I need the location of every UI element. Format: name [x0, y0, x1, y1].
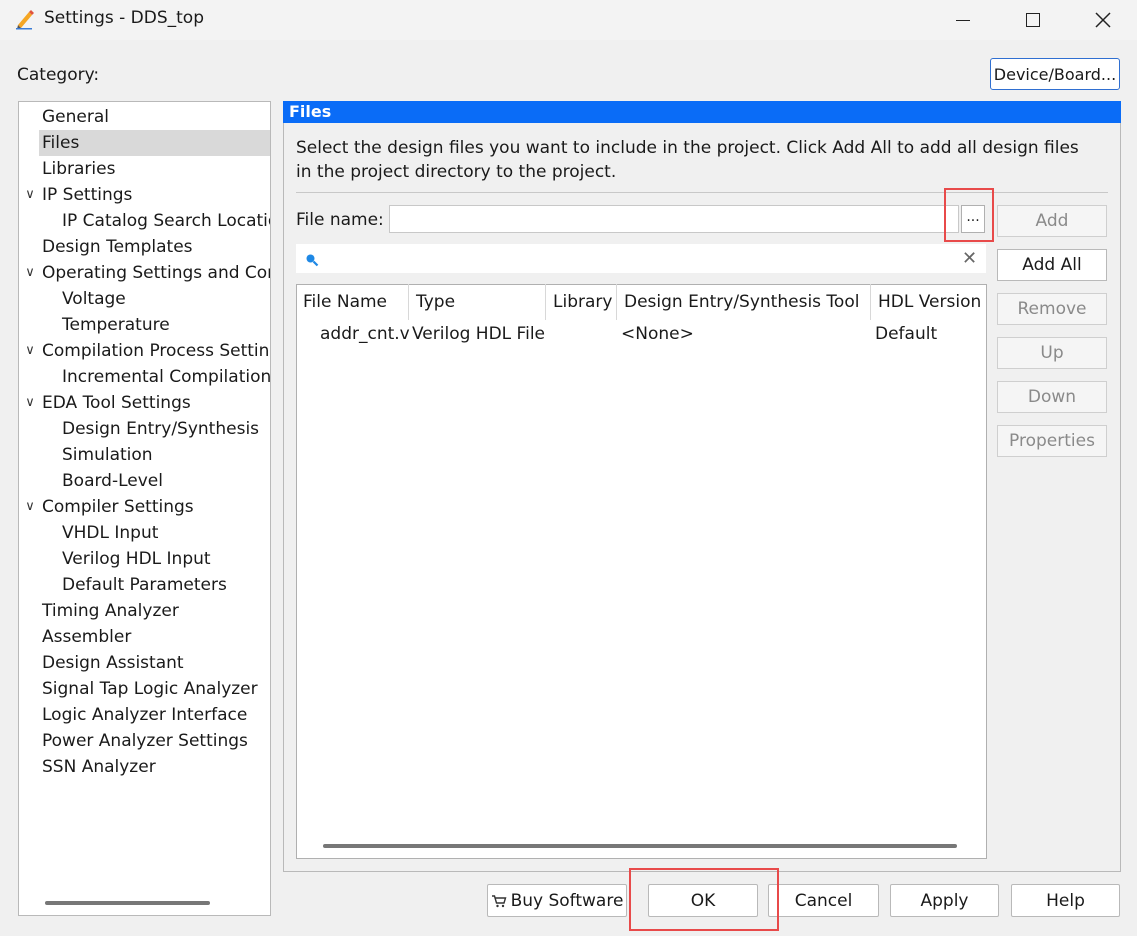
separator: [296, 192, 1108, 193]
cart-icon: [491, 894, 507, 907]
tree-item[interactable]: Incremental Compilation: [62, 364, 270, 390]
category-label: Category:: [17, 65, 100, 85]
panel-header: Files: [283, 101, 1121, 123]
tree-item[interactable]: IP Settings: [42, 182, 132, 208]
column-header-library[interactable]: Library: [546, 284, 617, 320]
tree-item[interactable]: Timing Analyzer: [42, 598, 179, 624]
remove-button[interactable]: Remove: [997, 293, 1107, 325]
clear-filter-icon[interactable]: ✕: [962, 248, 977, 269]
tree-item[interactable]: IP Catalog Search Locations: [62, 208, 270, 234]
chevron-down-icon[interactable]: ∨: [22, 182, 38, 208]
properties-button[interactable]: Properties: [997, 425, 1107, 457]
tree-item[interactable]: Verilog HDL Input: [62, 546, 211, 572]
column-header-design-entry-tool[interactable]: Design Entry/Synthesis Tool: [617, 284, 871, 320]
tree-item[interactable]: General: [42, 104, 109, 130]
add-all-button[interactable]: Add All: [997, 249, 1107, 281]
ok-button[interactable]: OK: [648, 884, 758, 917]
chevron-down-icon[interactable]: ∨: [22, 494, 38, 520]
table-cell-hdl-version[interactable]: Default: [875, 322, 937, 346]
cancel-button[interactable]: Cancel: [768, 884, 879, 917]
tree-item[interactable]: Libraries: [42, 156, 115, 182]
tree-item[interactable]: Temperature: [62, 312, 170, 338]
maximize-button[interactable]: [998, 0, 1068, 40]
maximize-icon: [1026, 13, 1040, 27]
tree-item[interactable]: SSN Analyzer: [42, 754, 156, 780]
buy-software-label: Buy Software: [510, 890, 624, 911]
window-title: Settings - DDS_top: [44, 8, 204, 28]
table-cell-tool[interactable]: <None>: [621, 322, 694, 346]
tree-item[interactable]: Simulation: [62, 442, 153, 468]
table-cell-type[interactable]: Verilog HDL File: [412, 322, 545, 346]
files-table[interactable]: [296, 284, 987, 859]
chevron-down-icon[interactable]: ∨: [22, 260, 38, 286]
apply-button[interactable]: Apply: [890, 884, 999, 917]
up-button[interactable]: Up: [997, 337, 1107, 369]
chevron-down-icon[interactable]: ∨: [22, 338, 38, 364]
column-header-file-name[interactable]: File Name: [296, 284, 409, 320]
app-icon: [14, 8, 36, 30]
tree-item[interactable]: EDA Tool Settings: [42, 390, 191, 416]
close-button[interactable]: [1068, 0, 1137, 40]
minimize-button[interactable]: [928, 0, 998, 40]
tree-item[interactable]: Default Parameters: [62, 572, 227, 598]
tree-item[interactable]: Files: [42, 130, 79, 156]
down-button[interactable]: Down: [997, 381, 1107, 413]
file-name-input[interactable]: [389, 205, 959, 233]
chevron-down-icon[interactable]: ∨: [22, 390, 38, 416]
help-button[interactable]: Help: [1011, 884, 1120, 917]
table-horizontal-scrollbar[interactable]: [323, 844, 957, 848]
tree-horizontal-scrollbar[interactable]: [45, 901, 210, 905]
buy-software-button[interactable]: Buy Software: [487, 884, 627, 917]
browse-button[interactable]: ...: [961, 205, 985, 233]
tree-item[interactable]: Assembler: [42, 624, 131, 650]
add-button[interactable]: Add: [997, 205, 1107, 237]
table-cell-file-name[interactable]: addr_cnt.v: [320, 322, 410, 346]
tree-item[interactable]: Design Templates: [42, 234, 193, 260]
tree-item[interactable]: VHDL Input: [62, 520, 158, 546]
tree-item[interactable]: Compilation Process Settings: [42, 338, 270, 364]
search-icon: [305, 252, 319, 267]
tree-item[interactable]: Board-Level: [62, 468, 163, 494]
tree-item[interactable]: Voltage: [62, 286, 126, 312]
category-tree[interactable]: General Files Libraries ∨ IP Settings IP Cata…: [18, 101, 271, 916]
device-board-button[interactable]: Device/Board...: [990, 58, 1120, 90]
panel-description: Select the design files you want to incl…: [296, 138, 1079, 182]
column-header-hdl-version[interactable]: HDL Version: [871, 284, 985, 320]
tree-item[interactable]: Design Assistant: [42, 650, 184, 676]
filter-input[interactable]: [296, 244, 986, 273]
tree-item[interactable]: Power Analyzer Settings: [42, 728, 248, 754]
tree-item[interactable]: Operating Settings and Conditions: [42, 260, 270, 286]
file-name-label: File name:: [296, 210, 384, 230]
column-header-type[interactable]: Type: [409, 284, 546, 320]
tree-item[interactable]: Design Entry/Synthesis: [62, 416, 259, 442]
tree-item[interactable]: Logic Analyzer Interface: [42, 702, 247, 728]
minimize-icon: [956, 19, 970, 21]
close-icon: [1095, 12, 1111, 28]
tree-item[interactable]: Compiler Settings: [42, 494, 194, 520]
tree-item[interactable]: Signal Tap Logic Analyzer: [42, 676, 258, 702]
